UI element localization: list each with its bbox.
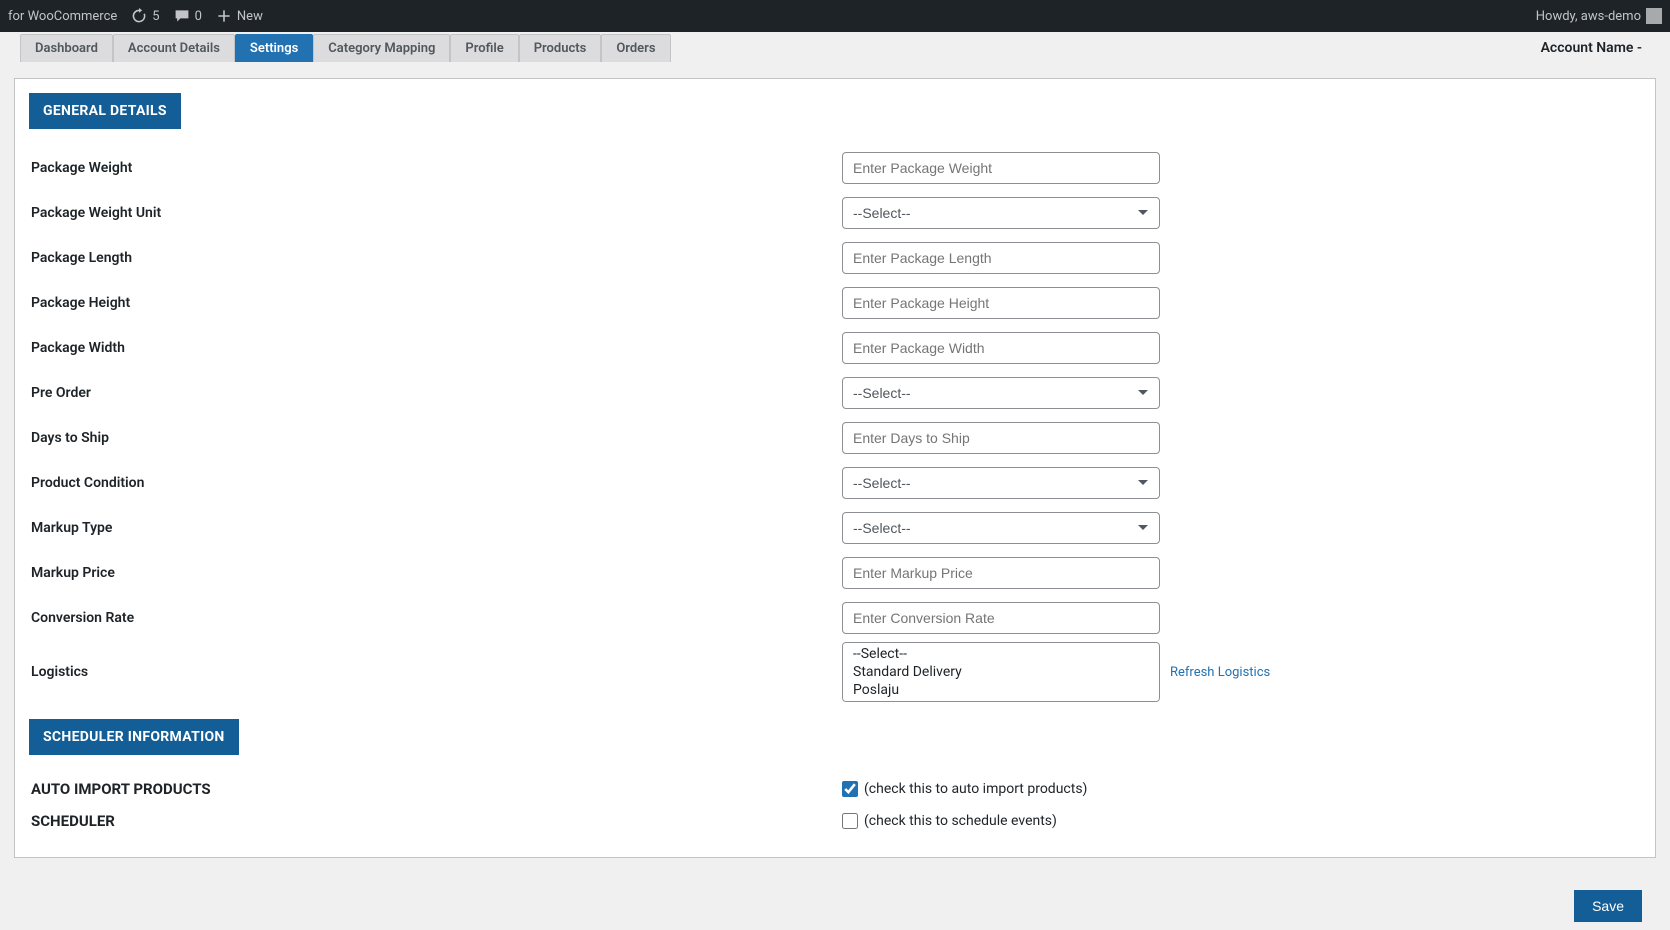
auto-import-products-checkbox[interactable] xyxy=(842,781,858,797)
product-condition-label: Product Condition xyxy=(29,475,842,491)
auto-import-products-label: AUTO IMPORT PRODUCTS xyxy=(29,780,842,798)
scheduler-checkbox[interactable] xyxy=(842,813,858,829)
pre-order-label: Pre Order xyxy=(29,385,842,401)
comments-indicator[interactable]: 0 xyxy=(174,8,202,24)
site-name[interactable]: for WooCommerce xyxy=(8,9,117,24)
avatar xyxy=(1646,8,1662,24)
settings-panel: GENERAL DETAILS Package Weight Package W… xyxy=(14,78,1656,858)
list-item[interactable]: DHL eCommerce xyxy=(845,699,1157,702)
tab-account-details[interactable]: Account Details xyxy=(113,34,235,62)
user-greeting[interactable]: Howdy, aws-demo xyxy=(1536,8,1662,24)
tab-dashboard[interactable]: Dashboard xyxy=(20,34,113,62)
package-weight-label: Package Weight xyxy=(29,160,842,176)
scheduler-label: SCHEDULER xyxy=(29,812,842,830)
package-width-label: Package Width xyxy=(29,340,842,356)
logistics-multiselect[interactable]: --Select-- Standard Delivery Poslaju DHL… xyxy=(842,642,1160,702)
refresh-icon xyxy=(131,8,147,24)
comment-icon xyxy=(174,8,190,24)
general-details-header: GENERAL DETAILS xyxy=(29,93,181,129)
updates-count: 5 xyxy=(152,9,159,24)
markup-price-input[interactable] xyxy=(842,557,1160,589)
new-label: New xyxy=(237,9,263,24)
package-height-input[interactable] xyxy=(842,287,1160,319)
tab-products[interactable]: Products xyxy=(519,34,602,62)
tab-orders[interactable]: Orders xyxy=(601,34,670,62)
markup-price-label: Markup Price xyxy=(29,565,842,581)
package-weight-unit-select[interactable]: --Select-- xyxy=(842,197,1160,229)
conversion-rate-input[interactable] xyxy=(842,602,1160,634)
list-item[interactable]: --Select-- xyxy=(845,645,1157,663)
conversion-rate-label: Conversion Rate xyxy=(29,610,842,626)
refresh-logistics-link[interactable]: Refresh Logistics xyxy=(1170,665,1270,680)
updates-indicator[interactable]: 5 xyxy=(131,8,159,24)
markup-type-label: Markup Type xyxy=(29,520,842,536)
auto-import-hint: (check this to auto import products) xyxy=(864,781,1087,797)
markup-type-select[interactable]: --Select-- xyxy=(842,512,1160,544)
greeting-text: Howdy, aws-demo xyxy=(1536,9,1641,24)
list-item[interactable]: Standard Delivery xyxy=(845,663,1157,681)
days-to-ship-input[interactable] xyxy=(842,422,1160,454)
logistics-label: Logistics xyxy=(29,664,842,680)
package-length-label: Package Length xyxy=(29,250,842,266)
tab-bar: Dashboard Account Details Settings Categ… xyxy=(0,32,1670,64)
tabs-container: Dashboard Account Details Settings Categ… xyxy=(20,34,671,62)
scheduler-info-header: SCHEDULER INFORMATION xyxy=(29,719,239,755)
plus-icon xyxy=(216,8,232,24)
package-weight-input[interactable] xyxy=(842,152,1160,184)
tab-settings[interactable]: Settings xyxy=(235,34,313,62)
admin-bar: for WooCommerce 5 0 New Howdy, aws-demo xyxy=(0,0,1670,32)
days-to-ship-label: Days to Ship xyxy=(29,430,842,446)
package-length-input[interactable] xyxy=(842,242,1160,274)
scheduler-hint: (check this to schedule events) xyxy=(864,813,1057,829)
package-height-label: Package Height xyxy=(29,295,842,311)
package-width-input[interactable] xyxy=(842,332,1160,364)
list-item[interactable]: Poslaju xyxy=(845,681,1157,699)
tab-profile[interactable]: Profile xyxy=(450,34,518,62)
pre-order-select[interactable]: --Select-- xyxy=(842,377,1160,409)
save-button[interactable]: Save xyxy=(1574,890,1642,922)
product-condition-select[interactable]: --Select-- xyxy=(842,467,1160,499)
new-content-link[interactable]: New xyxy=(216,8,263,24)
package-weight-unit-label: Package Weight Unit xyxy=(29,205,842,221)
account-name-label: Account Name - xyxy=(1541,40,1650,56)
comments-count: 0 xyxy=(195,9,202,24)
tab-category-mapping[interactable]: Category Mapping xyxy=(313,34,450,62)
